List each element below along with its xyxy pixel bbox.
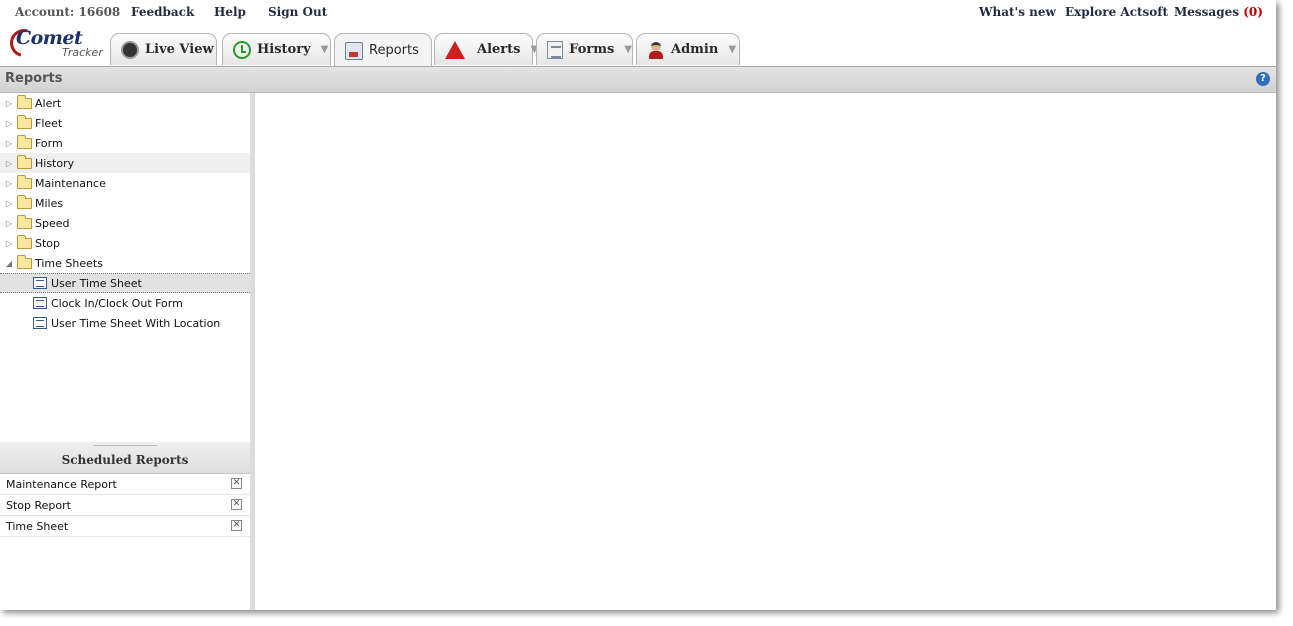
scheduled-report-label: Maintenance Report xyxy=(6,477,117,491)
report-icon xyxy=(33,277,47,289)
feedback-link[interactable]: Feedback xyxy=(131,5,194,19)
tree-folder-time-sheets[interactable]: ◢ Time Sheets xyxy=(0,253,250,273)
resize-grip[interactable] xyxy=(93,445,157,447)
expand-icon[interactable]: ▷ xyxy=(4,119,14,128)
tree-folder-speed[interactable]: ▷ Speed xyxy=(0,213,250,233)
folder-label: Time Sheets xyxy=(35,256,103,270)
tree-folder-fleet[interactable]: ▷ Fleet xyxy=(0,113,250,133)
help-icon[interactable]: ? xyxy=(1256,72,1270,86)
folder-label: Form xyxy=(35,136,63,150)
live-view-icon xyxy=(121,40,139,59)
expand-icon[interactable]: ▷ xyxy=(4,219,14,228)
tab-live-view[interactable]: Live View xyxy=(110,33,217,65)
report-label: User Time Sheet With Location xyxy=(51,316,221,330)
tab-label: Reports xyxy=(369,43,419,58)
sign-out-link[interactable]: Sign Out xyxy=(268,5,327,19)
folder-label: Speed xyxy=(35,216,70,230)
remove-icon[interactable]: ✕ xyxy=(231,478,242,489)
scheduled-reports-header: Scheduled Reports xyxy=(0,442,250,474)
tab-label: Alerts xyxy=(477,42,521,57)
tree-report-clock-in-out-form[interactable]: Clock In/Clock Out Form xyxy=(0,293,250,313)
logo-sub: Tracker xyxy=(62,46,103,59)
scheduled-reports-panel: Scheduled Reports Maintenance Report ✕ S… xyxy=(0,442,250,610)
app-window: Account: 16608 Feedback Help Sign Out Wh… xyxy=(0,0,1276,610)
folder-icon xyxy=(17,94,32,109)
scheduled-report-item[interactable]: Stop Report ✕ xyxy=(0,495,250,516)
folder-label: Maintenance xyxy=(35,176,106,190)
folder-open-icon xyxy=(17,254,32,269)
whats-new-link[interactable]: What's new xyxy=(979,5,1056,19)
collapse-icon[interactable]: ◢ xyxy=(4,259,14,268)
folder-icon xyxy=(17,154,32,169)
comet-tracker-logo: Comet Tracker xyxy=(4,23,110,63)
expand-icon[interactable]: ▷ xyxy=(4,139,14,148)
report-icon xyxy=(33,317,47,329)
tab-label: Live View xyxy=(145,42,214,57)
tab-admin[interactable]: Admin ▼ xyxy=(636,33,740,65)
folder-label: Fleet xyxy=(35,116,63,130)
tree-folder-maintenance[interactable]: ▷ Maintenance xyxy=(0,173,250,193)
help-link[interactable]: Help xyxy=(214,5,246,19)
scheduled-reports-title: Scheduled Reports xyxy=(61,453,189,467)
warning-icon xyxy=(445,40,465,59)
folder-icon xyxy=(17,234,32,249)
report-label: Clock In/Clock Out Form xyxy=(51,296,183,310)
folder-label: Stop xyxy=(35,236,61,250)
tab-reports[interactable]: Reports xyxy=(334,33,432,67)
tree-folder-stop[interactable]: ▷ Stop xyxy=(0,233,250,253)
form-icon xyxy=(547,40,564,59)
folder-icon xyxy=(17,174,32,189)
chevron-down-icon[interactable]: ▼ xyxy=(321,44,329,55)
reports-header: Reports ? xyxy=(0,66,1276,93)
report-label: User Time Sheet xyxy=(51,276,142,290)
messages-count: (0) xyxy=(1243,5,1263,19)
tab-history[interactable]: History ▼ xyxy=(222,33,331,65)
scheduled-report-label: Time Sheet xyxy=(6,519,69,533)
report-content-area xyxy=(255,93,1276,610)
tab-forms[interactable]: Forms ▼ xyxy=(536,33,633,65)
clock-icon xyxy=(233,40,251,59)
scheduled-report-label: Stop Report xyxy=(6,498,71,512)
left-panel: ▷ Alert ▷ Fleet ▷ Form ▷ History ▷ Maintenanc… xyxy=(0,93,255,610)
folder-icon xyxy=(17,194,32,209)
folder-icon xyxy=(17,214,32,229)
folder-label: History xyxy=(35,156,75,170)
expand-icon[interactable]: ▷ xyxy=(4,199,14,208)
tree-folder-history[interactable]: ▷ History xyxy=(0,153,250,173)
report-icon xyxy=(33,297,47,309)
admin-icon xyxy=(647,41,665,59)
folder-label: Alert xyxy=(35,96,62,110)
expand-icon[interactable]: ▷ xyxy=(4,179,14,188)
scheduled-report-item[interactable]: Maintenance Report ✕ xyxy=(0,474,250,495)
explore-actsoft-link[interactable]: Explore Actsoft xyxy=(1065,5,1168,19)
folder-icon xyxy=(17,134,32,149)
tree-report-user-time-sheet-location[interactable]: User Time Sheet With Location xyxy=(0,313,250,333)
folder-icon xyxy=(17,114,32,129)
scheduled-report-item[interactable]: Time Sheet ✕ xyxy=(0,516,250,537)
account-number: Account: 16608 xyxy=(15,5,121,19)
reports-icon xyxy=(345,41,363,60)
chevron-down-icon[interactable]: ▼ xyxy=(624,44,632,55)
messages-link[interactable]: Messages (0) xyxy=(1174,5,1263,19)
tab-label: History xyxy=(257,42,311,57)
tab-label: Admin xyxy=(671,42,719,57)
tree-report-user-time-sheet[interactable]: User Time Sheet xyxy=(0,273,250,293)
remove-icon[interactable]: ✕ xyxy=(231,499,242,510)
chevron-down-icon[interactable]: ▼ xyxy=(728,44,736,55)
remove-icon[interactable]: ✕ xyxy=(231,520,242,531)
report-tree: ▷ Alert ▷ Fleet ▷ Form ▷ History ▷ Maintenanc… xyxy=(0,93,250,438)
top-bar: Account: 16608 Feedback Help Sign Out Wh… xyxy=(0,0,1276,67)
expand-icon[interactable]: ▷ xyxy=(4,99,14,108)
expand-icon[interactable]: ▷ xyxy=(4,239,14,248)
folder-label: Miles xyxy=(35,196,64,210)
expand-icon[interactable]: ▷ xyxy=(4,159,14,168)
tree-folder-form[interactable]: ▷ Form xyxy=(0,133,250,153)
tab-alerts[interactable]: Alerts ▼ xyxy=(434,33,538,65)
tree-folder-alert[interactable]: ▷ Alert xyxy=(0,93,250,113)
page-title: Reports xyxy=(5,71,63,86)
tree-folder-miles[interactable]: ▷ Miles xyxy=(0,193,250,213)
messages-label: Messages xyxy=(1174,5,1239,19)
tab-label: Forms xyxy=(569,42,615,57)
